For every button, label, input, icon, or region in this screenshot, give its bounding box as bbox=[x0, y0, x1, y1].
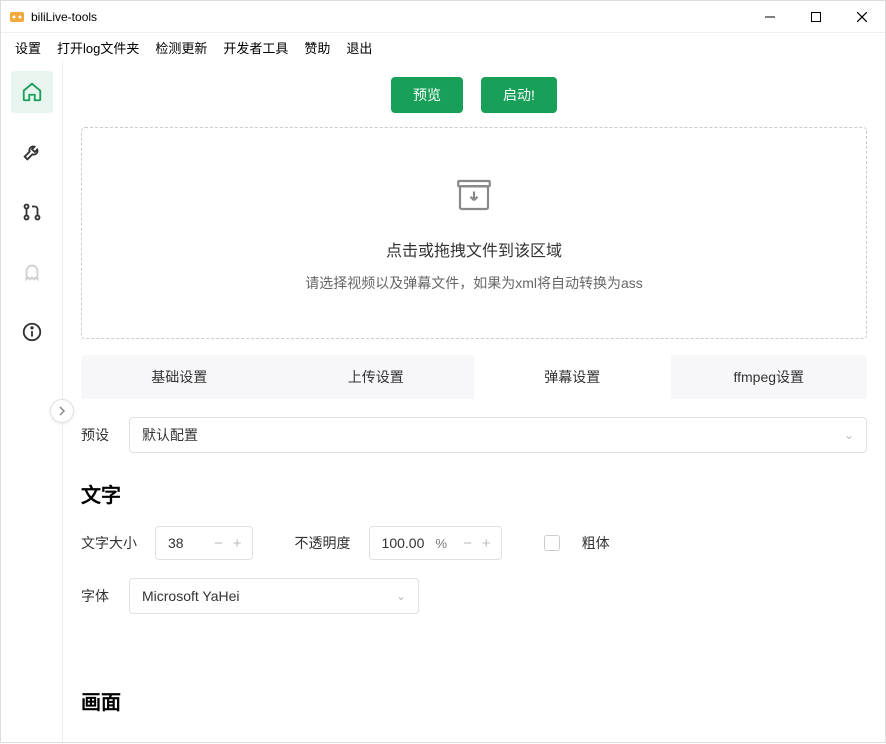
chevron-down-icon: ⌄ bbox=[844, 428, 854, 442]
bold-label: 粗体 bbox=[582, 533, 610, 553]
sidebar-item-pull-request[interactable] bbox=[11, 191, 53, 233]
decrement-button[interactable]: − bbox=[212, 535, 225, 552]
menu-bar: 设置 打开log文件夹 检测更新 开发者工具 赞助 退出 bbox=[1, 33, 885, 61]
opacity-input[interactable]: 100.00 % − + bbox=[369, 526, 502, 560]
app-icon bbox=[9, 9, 25, 25]
menu-check-update[interactable]: 检测更新 bbox=[147, 36, 215, 59]
bold-checkbox[interactable] bbox=[544, 535, 560, 551]
menu-exit[interactable]: 退出 bbox=[338, 36, 380, 59]
tab-ffmpeg[interactable]: ffmpeg设置 bbox=[671, 355, 868, 399]
preview-button[interactable]: 预览 bbox=[391, 77, 463, 113]
section-text-heading: 文字 bbox=[81, 479, 867, 508]
sidebar-collapse-button[interactable] bbox=[50, 399, 74, 423]
menu-open-log[interactable]: 打开log文件夹 bbox=[49, 36, 147, 59]
chevron-down-icon: ⌄ bbox=[396, 589, 406, 603]
sidebar bbox=[1, 61, 63, 744]
sidebar-item-home[interactable] bbox=[11, 71, 53, 113]
close-button[interactable] bbox=[839, 1, 885, 32]
font-size-input[interactable]: 38 − + bbox=[155, 526, 253, 560]
tab-upload[interactable]: 上传设置 bbox=[278, 355, 475, 399]
section-canvas-heading: 画面 bbox=[81, 686, 867, 715]
archive-download-icon bbox=[453, 174, 495, 219]
tab-danmaku[interactable]: 弹幕设置 bbox=[474, 355, 671, 399]
menu-settings[interactable]: 设置 bbox=[7, 36, 49, 59]
sidebar-item-info[interactable] bbox=[11, 311, 53, 353]
opacity-unit: % bbox=[436, 536, 448, 551]
maximize-button[interactable] bbox=[793, 1, 839, 32]
opacity-label: 不透明度 bbox=[295, 533, 355, 553]
font-size-value: 38 bbox=[168, 535, 200, 551]
menu-sponsor[interactable]: 赞助 bbox=[296, 36, 338, 59]
increment-button[interactable]: + bbox=[480, 535, 493, 552]
minimize-button[interactable] bbox=[747, 1, 793, 32]
decrement-button[interactable]: − bbox=[461, 535, 474, 552]
font-value: Microsoft YaHei bbox=[142, 588, 240, 604]
increment-button[interactable]: + bbox=[231, 535, 244, 552]
font-select[interactable]: Microsoft YaHei ⌄ bbox=[129, 578, 419, 614]
sidebar-item-tools[interactable] bbox=[11, 131, 53, 173]
opacity-value: 100.00 bbox=[382, 535, 430, 551]
app-title: biliLive-tools bbox=[31, 10, 747, 24]
font-size-label: 文字大小 bbox=[81, 533, 141, 553]
preset-select[interactable]: 默认配置 ⌄ bbox=[129, 417, 867, 453]
font-label: 字体 bbox=[81, 586, 115, 606]
settings-tabs: 基础设置 上传设置 弹幕设置 ffmpeg设置 bbox=[81, 355, 867, 399]
sidebar-item-ghost[interactable] bbox=[11, 251, 53, 293]
preset-value: 默认配置 bbox=[142, 425, 198, 445]
file-dropzone[interactable]: 点击或拖拽文件到该区域 请选择视频以及弹幕文件，如果为xml将自动转换为ass bbox=[81, 127, 867, 339]
dropzone-title: 点击或拖拽文件到该区域 bbox=[386, 237, 562, 261]
start-button[interactable]: 启动! bbox=[481, 77, 557, 113]
menu-dev-tools[interactable]: 开发者工具 bbox=[215, 36, 296, 59]
dropzone-subtitle: 请选择视频以及弹幕文件，如果为xml将自动转换为ass bbox=[305, 273, 643, 293]
tab-basic[interactable]: 基础设置 bbox=[81, 355, 278, 399]
preset-label: 预设 bbox=[81, 425, 115, 445]
